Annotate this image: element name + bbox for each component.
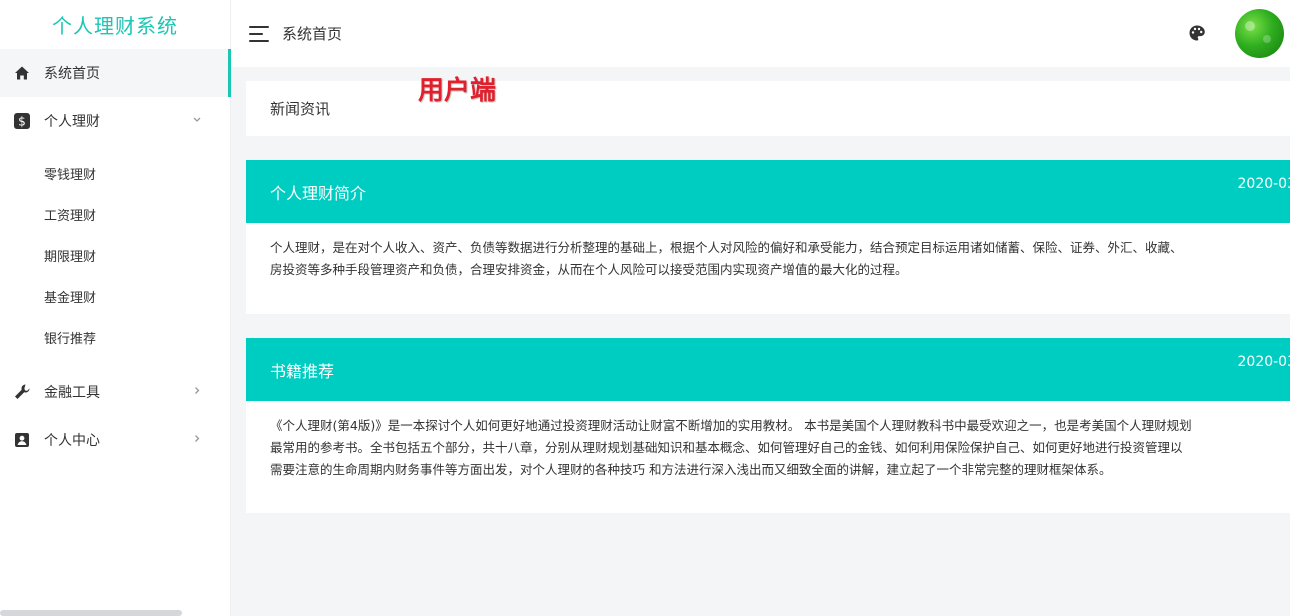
article-line: 《个人理财(第4版)》是一本探讨个人如何更好地通过投资理财活动让财富不断增加的实… xyxy=(270,418,1192,433)
avatar[interactable] xyxy=(1235,9,1284,58)
sidebar-item-label: 系统首页 xyxy=(44,66,100,82)
sidebar-item-label: 个人中心 xyxy=(44,433,100,449)
sidebar-subitem-term[interactable]: 期限理财 xyxy=(0,235,230,276)
article-header[interactable]: 个人理财简介 2020-03 xyxy=(246,160,1290,223)
sidebar-item-finance-tools[interactable]: 金融工具 xyxy=(0,368,230,416)
app-root: 个人理财系统 系统首页 $ 个人理财 零钱理财 工资理财 期限理财 基金理财 银… xyxy=(0,0,1290,616)
article-date: 2020-03 xyxy=(1237,354,1290,370)
wrench-icon xyxy=(12,382,32,402)
chevron-right-icon xyxy=(192,386,202,399)
article-date: 2020-03 xyxy=(1237,176,1290,192)
main-content: 新闻资讯 用户端 个人理财简介 2020-03 个人理财，是在对个人收入、资产、… xyxy=(246,76,1290,513)
sidebar: 个人理财系统 系统首页 $ 个人理财 零钱理财 工资理财 期限理财 基金理财 银… xyxy=(0,0,231,616)
news-section-header: 新闻资讯 用户端 xyxy=(246,76,1290,136)
article-line: 个人理财，是在对个人收入、资产、负债等数据进行分析整理的基础上，根据个人对风险的… xyxy=(270,240,1183,255)
profile-icon xyxy=(12,430,32,450)
page-title: 系统首页 xyxy=(282,25,343,43)
article-card: 书籍推荐 2020-03 《个人理财(第4版)》是一本探讨个人如何更好地通过投资… xyxy=(246,338,1290,513)
article-card: 个人理财简介 2020-03 个人理财，是在对个人收入、资产、负债等数据进行分析… xyxy=(246,160,1290,314)
sidebar-item-personal-center[interactable]: 个人中心 xyxy=(0,416,230,464)
sidebar-item-label: 个人理财 xyxy=(44,114,100,130)
palette-icon[interactable] xyxy=(1188,24,1206,42)
user-side-label: 用户端 xyxy=(418,76,497,106)
article-body: 个人理财，是在对个人收入、资产、负债等数据进行分析整理的基础上，根据个人对风险的… xyxy=(246,223,1290,314)
sidebar-item-personal-finance[interactable]: $ 个人理财 xyxy=(0,97,230,145)
top-header: 系统首页 xyxy=(231,0,1290,67)
sidebar-scrollbar[interactable] xyxy=(0,610,182,616)
menu-icon[interactable] xyxy=(249,25,269,42)
sidebar-subitem-salary[interactable]: 工资理财 xyxy=(0,194,230,235)
sidebar-item-label: 金融工具 xyxy=(44,385,100,401)
chevron-right-icon xyxy=(192,434,202,447)
article-line: 最常用的参考书。全书包括五个部分，共十八章，分别从理财规划基础知识和基本概念、如… xyxy=(270,440,1183,455)
sidebar-subitem-bank[interactable]: 银行推荐 xyxy=(0,317,230,358)
home-icon xyxy=(12,63,32,83)
sidebar-item-home[interactable]: 系统首页 xyxy=(0,49,231,97)
article-line: 房投资等多种手段管理资产和负债，合理安排资金，从而在个人风险可以接受范围内实现资… xyxy=(270,262,908,277)
article-header[interactable]: 书籍推荐 2020-03 xyxy=(246,338,1290,401)
brand-title: 个人理财系统 xyxy=(52,14,178,38)
sidebar-subitem-change[interactable]: 零钱理财 xyxy=(0,153,230,194)
chevron-down-icon xyxy=(192,115,202,128)
news-title: 新闻资讯 xyxy=(270,100,331,118)
article-title: 书籍推荐 xyxy=(270,361,335,381)
dollar-icon: $ xyxy=(12,111,32,131)
submenu-personal-finance: 零钱理财 工资理财 期限理财 基金理财 银行推荐 xyxy=(0,145,230,368)
sidebar-subitem-fund[interactable]: 基金理财 xyxy=(0,276,230,317)
article-line: 需要注意的生命周期内财务事件等方面出发，对个人理财的各种技巧 和方法进行深入浅出… xyxy=(270,462,1112,477)
article-body: 《个人理财(第4版)》是一本探讨个人如何更好地通过投资理财活动让财富不断增加的实… xyxy=(246,401,1290,513)
article-title: 个人理财简介 xyxy=(270,183,367,203)
svg-text:$: $ xyxy=(18,115,26,129)
